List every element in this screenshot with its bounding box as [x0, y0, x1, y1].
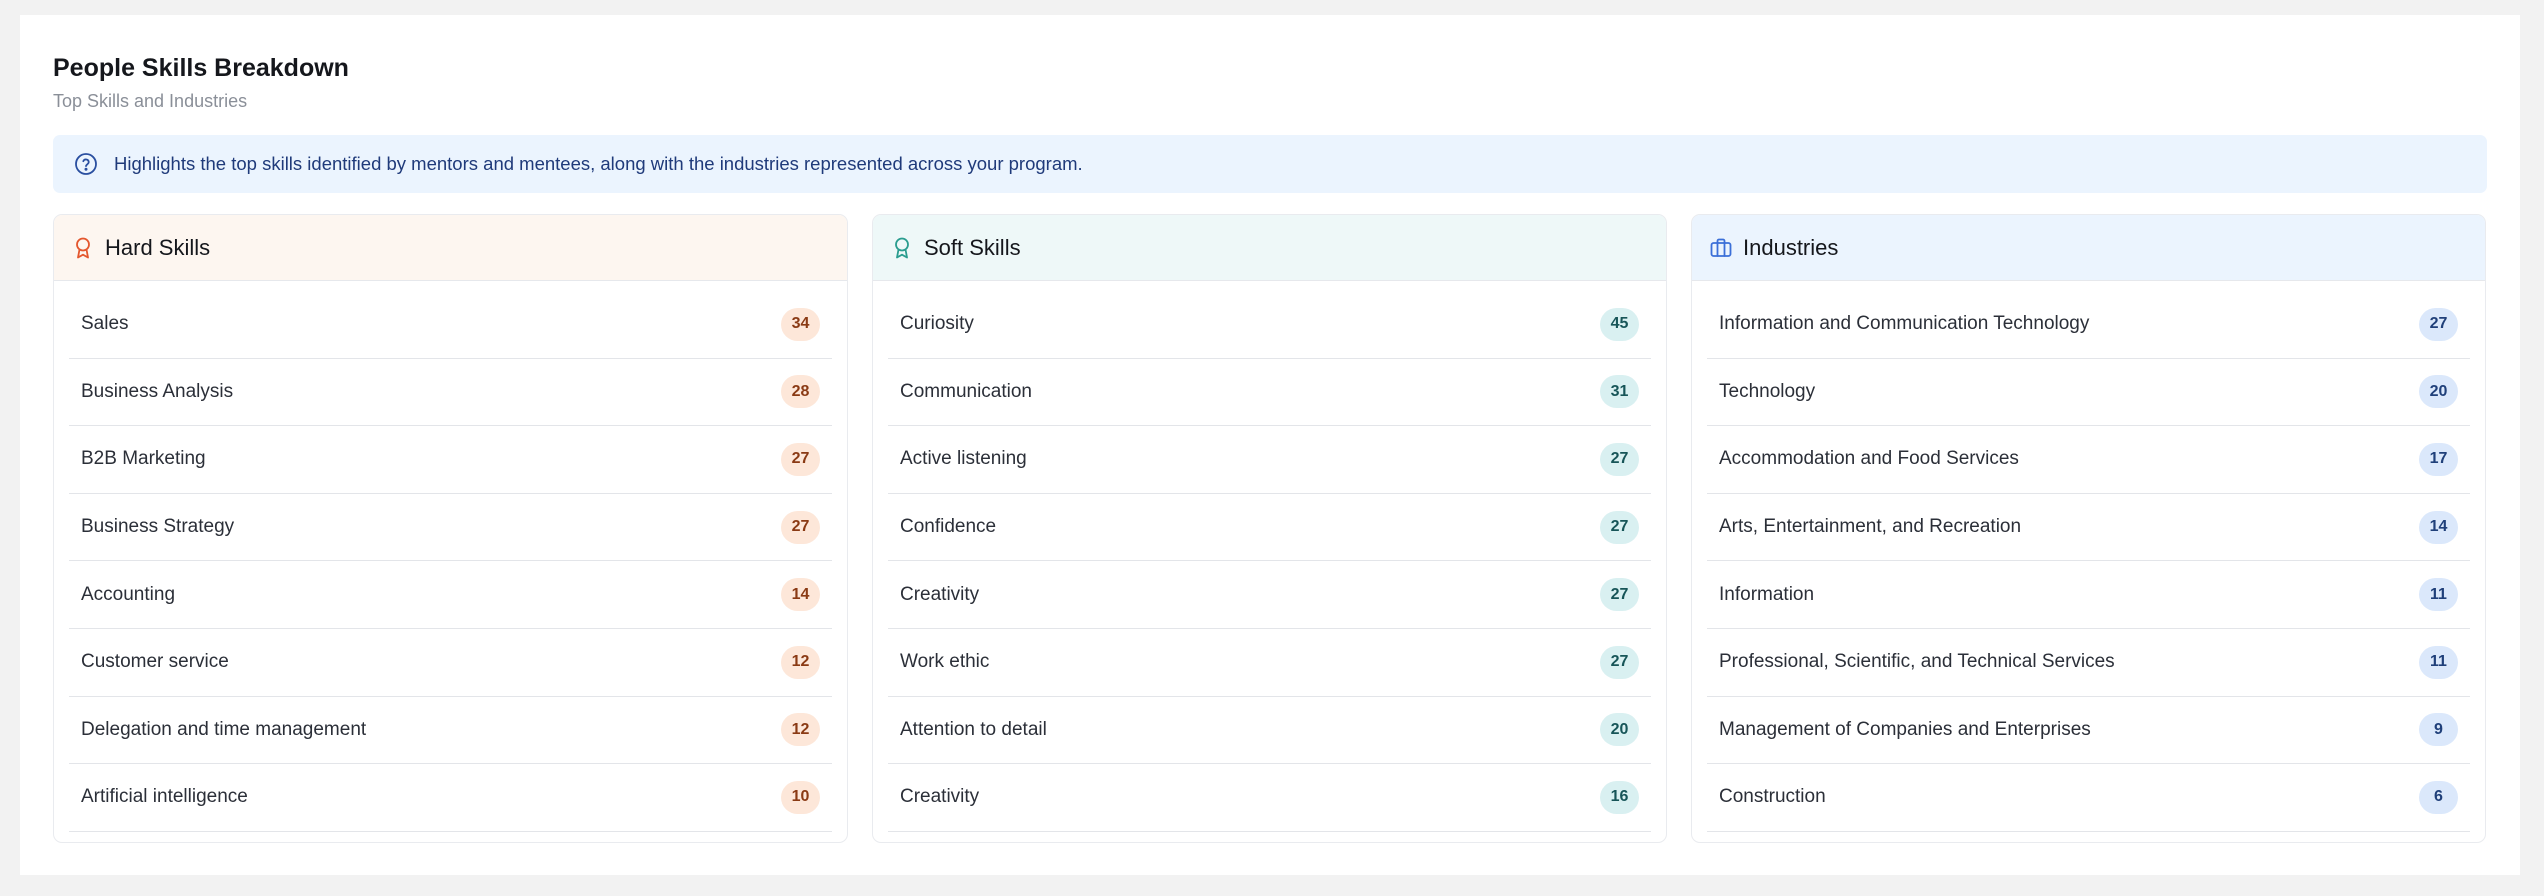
count-badge: 27 [781, 442, 820, 476]
count-badge: 6 [2419, 780, 2458, 814]
briefcase-icon [1710, 237, 1732, 259]
list-item: Accounting 14 [69, 561, 832, 629]
item-label: Business Strategy [81, 516, 235, 538]
item-label: Artificial intelligence [81, 786, 248, 808]
count-badge: 34 [781, 307, 820, 341]
list-item: Arts, Entertainment, and Recreation 14 [1707, 494, 2470, 562]
count-badge: 16 [1600, 780, 1639, 814]
item-label: Attention to detail [900, 718, 1047, 740]
list-item: Management of Companies and Enterprises 9 [1707, 697, 2470, 765]
list-item: Customer service 12 [69, 629, 832, 697]
industries-list: Information and Communication Technology… [1692, 281, 2485, 832]
list-item: Information and Communication Technology… [1707, 291, 2470, 359]
item-label: Construction [1719, 786, 1826, 808]
count-badge: 27 [2419, 307, 2458, 341]
list-item: Work ethic 27 [888, 629, 1651, 697]
award-ribbon-icon [891, 237, 913, 259]
info-banner: Highlights the top skills identified by … [53, 135, 2487, 193]
page-title: People Skills Breakdown [53, 54, 349, 82]
cards-row: Hard Skills Sales 34 Business Analysis 28 … [53, 214, 2487, 843]
list-item: Sales 34 [69, 291, 832, 359]
list-item: Construction 6 [1707, 764, 2470, 832]
hard-skills-list: Sales 34 Business Analysis 28 B2B Marketin… [54, 281, 847, 832]
count-badge: 45 [1600, 307, 1639, 341]
item-label: Communication [900, 380, 1032, 402]
count-badge: 12 [781, 645, 820, 679]
item-label: Creativity [900, 583, 980, 605]
hard-skills-header: Hard Skills [54, 215, 847, 281]
item-label: Arts, Entertainment, and Recreation [1719, 516, 2022, 538]
card-title: Soft Skills [924, 234, 1021, 260]
count-badge: 20 [1600, 713, 1639, 747]
list-item: Technology 20 [1707, 359, 2470, 427]
industries-header: Industries [1692, 215, 2485, 281]
count-badge: 31 [1600, 375, 1639, 409]
count-badge: 12 [781, 713, 820, 747]
list-item: Business Analysis 28 [69, 359, 832, 427]
count-badge: 14 [2419, 510, 2458, 544]
list-item: B2B Marketing 27 [69, 426, 832, 494]
list-item: Creativity 27 [888, 561, 1651, 629]
soft-skills-list: Curiosity 45 Communication 31 Active liste… [873, 281, 1666, 832]
item-label: Professional, Scientific, and Technical … [1719, 651, 2115, 673]
item-label: Accommodation and Food Services [1719, 448, 2019, 470]
count-badge: 17 [2419, 442, 2458, 476]
count-badge: 27 [1600, 510, 1639, 544]
list-item: Curiosity 45 [888, 291, 1651, 359]
soft-skills-header: Soft Skills [873, 215, 1666, 281]
item-label: Sales [81, 313, 129, 335]
info-text: Highlights the top skills identified by … [114, 153, 1083, 174]
list-item: Active listening 27 [888, 426, 1651, 494]
list-item: Business Strategy 27 [69, 494, 832, 562]
item-label: Active listening [900, 448, 1027, 470]
item-label: Creativity [900, 786, 980, 808]
count-badge: 27 [1600, 645, 1639, 679]
count-badge: 9 [2419, 713, 2458, 747]
count-badge: 27 [781, 510, 820, 544]
question-circle-icon [73, 151, 99, 177]
list-item: Artificial intelligence 10 [69, 764, 832, 832]
item-label: Work ethic [900, 651, 990, 673]
list-item: Confidence 27 [888, 494, 1651, 562]
card-title: Industries [1743, 234, 1839, 260]
list-item: Communication 31 [888, 359, 1651, 427]
page-subtitle: Top Skills and Industries [53, 91, 248, 111]
item-label: B2B Marketing [81, 448, 206, 470]
item-label: Customer service [81, 651, 229, 673]
count-badge: 27 [1600, 442, 1639, 476]
soft-skills-card: Soft Skills Curiosity 45 Communication 31 … [872, 214, 1667, 843]
item-label: Information and Communication Technology [1719, 313, 2090, 335]
list-item: Attention to detail 20 [888, 697, 1651, 765]
list-item: Delegation and time management 12 [69, 697, 832, 765]
item-label: Information [1719, 583, 1815, 605]
item-label: Management of Companies and Enterprises [1719, 718, 2091, 740]
hard-skills-card: Hard Skills Sales 34 Business Analysis 28 … [53, 214, 848, 843]
count-badge: 14 [781, 578, 820, 612]
count-badge: 11 [2419, 578, 2458, 612]
award-ribbon-icon [72, 237, 94, 259]
item-label: Confidence [900, 516, 997, 538]
item-label: Delegation and time management [81, 718, 367, 740]
list-item: Accommodation and Food Services 17 [1707, 426, 2470, 494]
list-item: Creativity 16 [888, 764, 1651, 832]
list-item: Professional, Scientific, and Technical … [1707, 629, 2470, 697]
industries-card: Industries Information and Communication… [1691, 214, 2486, 843]
count-badge: 28 [781, 375, 820, 409]
item-label: Business Analysis [81, 380, 234, 402]
skills-breakdown-panel: People Skills Breakdown Top Skills and I… [20, 15, 2520, 875]
list-item: Information 11 [1707, 561, 2470, 629]
count-badge: 20 [2419, 375, 2458, 409]
count-badge: 27 [1600, 578, 1639, 612]
card-title: Hard Skills [105, 234, 211, 260]
item-label: Technology [1719, 380, 1816, 402]
count-badge: 10 [781, 780, 820, 814]
count-badge: 11 [2419, 645, 2458, 679]
item-label: Accounting [81, 583, 176, 605]
item-label: Curiosity [900, 313, 974, 335]
